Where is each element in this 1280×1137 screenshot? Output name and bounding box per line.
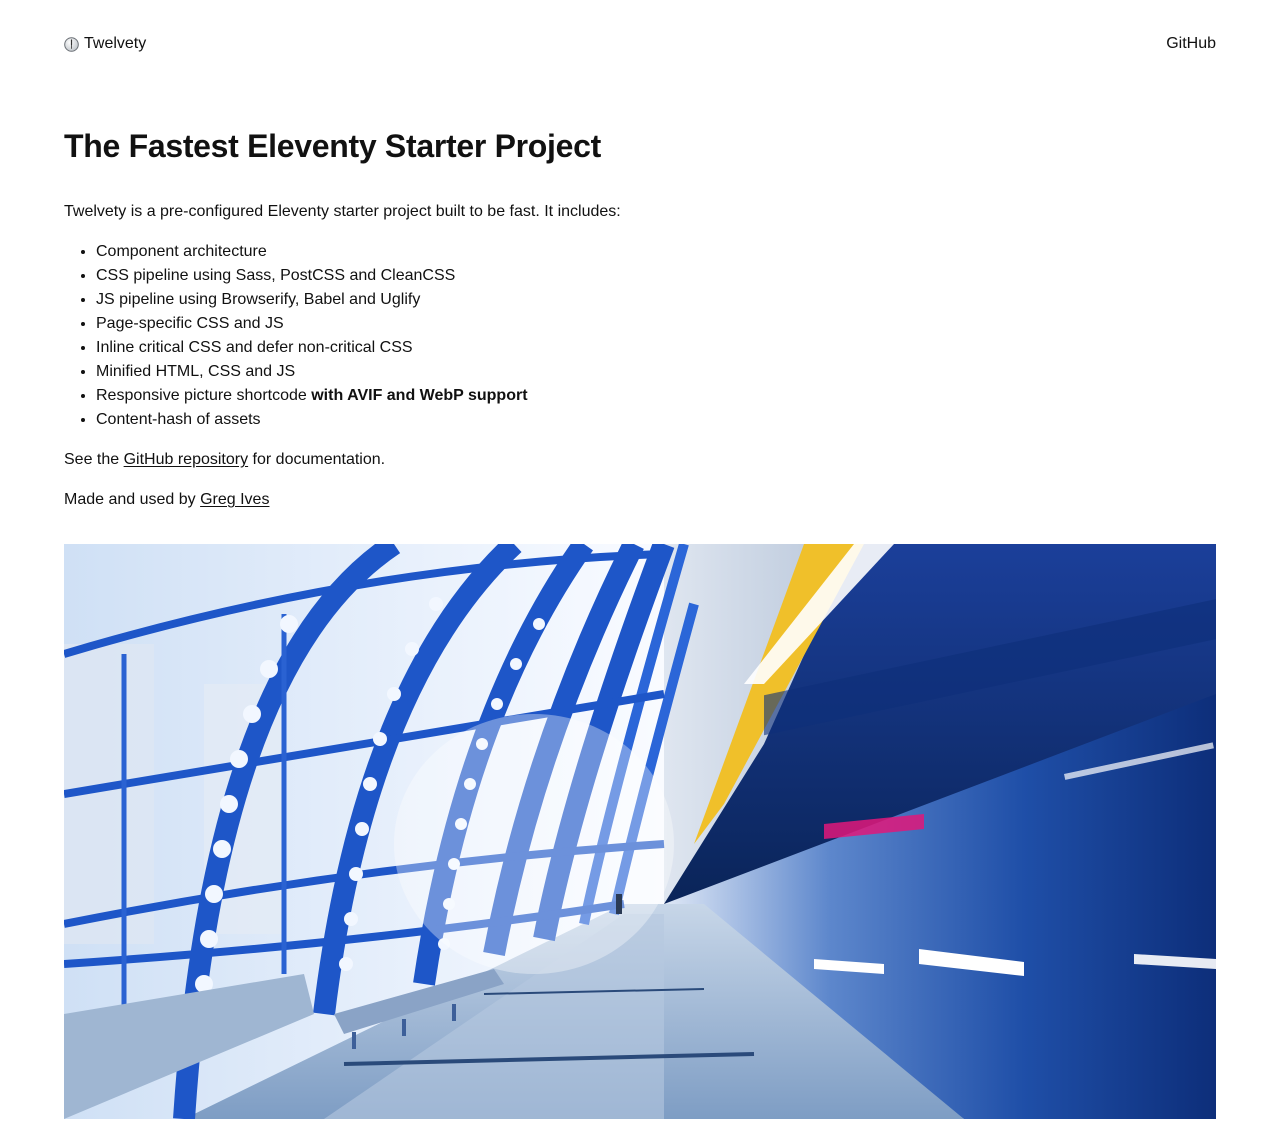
credit-prefix: Made and used by <box>64 491 201 508</box>
hero-image <box>64 544 1216 1119</box>
feature-picture-bold: with AVIF and WebP support <box>311 387 528 404</box>
list-item: JS pipeline using Browserify, Babel and … <box>96 288 1216 312</box>
list-item: Responsive picture shortcode with AVIF a… <box>96 384 1216 408</box>
author-link[interactable]: Greg Ives <box>200 491 269 508</box>
brand-link[interactable]: Twelvety <box>64 34 146 54</box>
clock-icon <box>64 36 79 52</box>
docs-suffix: for documentation. <box>248 451 386 468</box>
list-item: Inline critical CSS and defer non-critic… <box>96 336 1216 360</box>
feature-picture-text: Responsive picture shortcode <box>96 387 312 404</box>
list-item: Component architecture <box>96 240 1216 264</box>
feature-list: Component architecture CSS pipeline usin… <box>64 240 1216 432</box>
credit-paragraph: Made and used by Greg Ives <box>64 488 1216 512</box>
brand-label: Twelvety <box>84 35 147 52</box>
docs-paragraph: See the GitHub repository for documentat… <box>64 448 1216 472</box>
page-title: The Fastest Eleventy Starter Project <box>64 128 601 164</box>
list-item: CSS pipeline using Sass, PostCSS and Cle… <box>96 264 1216 288</box>
list-item: Minified HTML, CSS and JS <box>96 360 1216 384</box>
github-nav-link[interactable]: GitHub <box>1166 34 1216 54</box>
list-item: Content-hash of assets <box>96 408 1216 432</box>
intro-paragraph: Twelvety is a pre-configured Eleventy st… <box>64 203 621 220</box>
site-header: Twelvety GitHub <box>64 0 1216 90</box>
docs-prefix: See the <box>64 451 124 468</box>
list-item: Page-specific CSS and JS <box>96 312 1216 336</box>
page: Twelvety GitHub The Fastest Eleventy Sta… <box>64 0 1216 1119</box>
metro-station-photo <box>64 544 1216 1119</box>
github-repository-link[interactable]: GitHub repository <box>124 451 249 468</box>
main-content: Twelvety is a pre-configured Eleventy st… <box>64 200 1216 528</box>
